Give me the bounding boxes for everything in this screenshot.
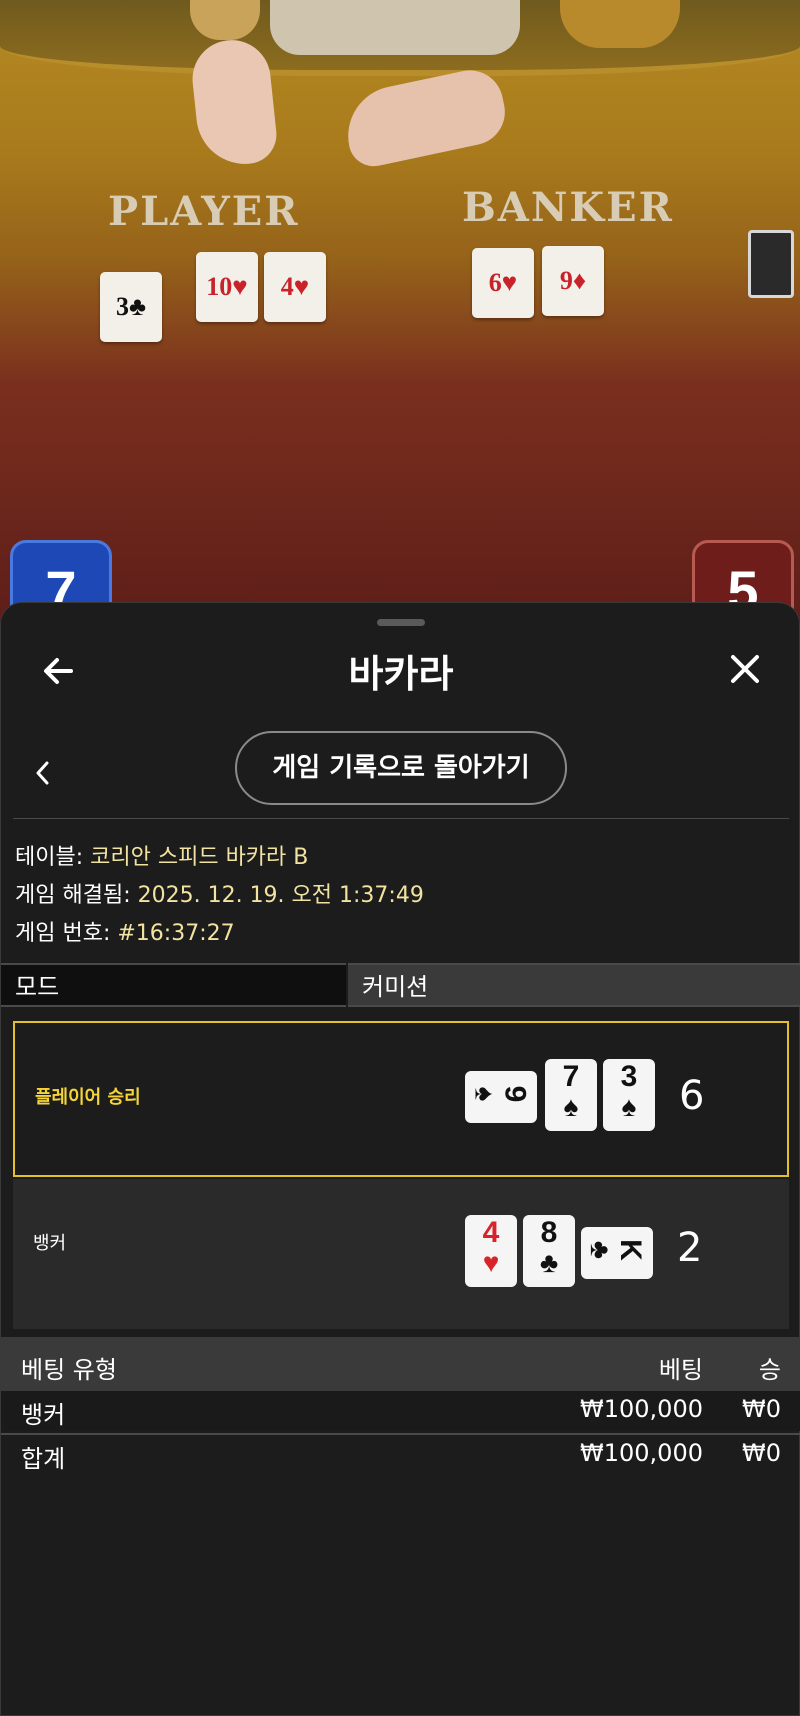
table-card: 3♣ [100, 272, 162, 342]
resolved-time-line: 게임 해결됨: 2025. 12. 19. 오전 1:37:49 [15, 877, 424, 909]
banker-hand-score: 2 [677, 1225, 703, 1271]
table-player-label: PLAYER [108, 188, 300, 235]
card-rank: 8 [540, 1216, 558, 1249]
bet-type-cell: 뱅커 [21, 1401, 66, 1429]
dealer-sleeve [560, 0, 680, 48]
sheet-drag-handle[interactable] [377, 619, 425, 626]
table-name-line: 테이블: 코리안 스피드 바카라 B [15, 839, 308, 871]
card-rank: 9 [498, 1085, 531, 1103]
divider [13, 818, 789, 819]
win-amount-cell: ₩0 [742, 1439, 781, 1467]
back-to-history-button[interactable]: 게임 기록으로 돌아가기 [235, 731, 567, 805]
win-amount-cell: ₩0 [742, 1395, 781, 1423]
card-rank: 4 [482, 1216, 500, 1249]
table-row: 뱅커 ₩100,000 ₩0 [1, 1391, 800, 1431]
playing-card: 7 ♠ [545, 1059, 597, 1131]
card-shoe [748, 230, 794, 298]
live-table-video: PLAYER BANKER 3♣ 10♥ 4♥ 6♥ 9♦ [0, 0, 800, 620]
bet-type-header: 베팅 유형 [21, 1356, 117, 1384]
game-number-line: 게임 번호: #16:37:27 [15, 915, 235, 947]
banker-result-label: 뱅커 [33, 1233, 67, 1254]
table-card: 6♥ [472, 248, 534, 318]
card-suit-icon: ♥ [482, 1247, 500, 1278]
bet-type-cell: 합계 [21, 1445, 66, 1473]
playing-card: 3 ♠ [603, 1059, 655, 1131]
bet-amount-header: 베팅 [658, 1356, 703, 1384]
player-result-row: 플레이어 승리 9 ♠ 7 ♠ 3 ♠ 6 [13, 1021, 789, 1177]
playing-card: K ♣ [581, 1227, 653, 1279]
table-name-value: 코리안 스피드 바카라 B [90, 845, 309, 870]
table-card: 4♥ [264, 252, 326, 322]
table-card: 10♥ [196, 252, 258, 322]
playing-card: 4 ♥ [465, 1215, 517, 1287]
card-suit-icon: ♠ [621, 1091, 637, 1122]
win-amount-header: 승 [758, 1356, 781, 1384]
page-title: 바카라 [348, 652, 454, 696]
bet-amount-cell: ₩100,000 [580, 1395, 703, 1423]
table-banker-label: BANKER [462, 184, 674, 231]
tab-mode[interactable]: 모드 [1, 963, 346, 1007]
banker-result-row: 뱅커 4 ♥ 8 ♣ K ♣ 2 [13, 1179, 789, 1329]
resolved-time-value: 2025. 12. 19. 오전 1:37:49 [137, 883, 424, 908]
dealer-hand [338, 64, 512, 171]
card-suit-icon: ♠ [469, 1086, 500, 1102]
player-hand-score: 6 [679, 1073, 705, 1119]
playing-card: 9 ♠ [465, 1071, 537, 1123]
table-card: 9♦ [542, 246, 604, 316]
tab-commission[interactable]: 커미션 [348, 963, 800, 1007]
dealer-body [270, 0, 520, 55]
mode-tabs: 모드 커미션 [1, 963, 800, 1009]
game-number-value: #16:37:27 [117, 921, 235, 946]
total-row: 합계 ₩100,000 ₩0 [1, 1433, 800, 1475]
game-history-sheet: 바카라 게임 기록으로 돌아가기 테이블: 코리안 스피드 바카라 B 게임 해… [0, 602, 800, 1716]
bet-table-header: 베팅 유형 베팅 승 [1, 1337, 800, 1391]
card-rank: 3 [620, 1060, 638, 1093]
card-rank: K [613, 1239, 647, 1261]
resolved-time-label: 게임 해결됨: [15, 883, 131, 908]
playing-card: 8 ♣ [523, 1215, 575, 1287]
card-suit-icon: ♠ [563, 1091, 579, 1122]
player-result-label: 플레이어 승리 [35, 1087, 141, 1108]
close-icon[interactable] [723, 647, 767, 691]
bet-amount-cell: ₩100,000 [580, 1439, 703, 1467]
table-name-label: 테이블: [15, 845, 84, 870]
card-rank: 7 [562, 1060, 580, 1093]
card-suit-icon: ♣ [539, 1247, 559, 1278]
card-suit-icon: ♣ [584, 1240, 616, 1260]
chevron-left-icon[interactable] [29, 755, 57, 791]
game-number-label: 게임 번호: [15, 921, 111, 946]
